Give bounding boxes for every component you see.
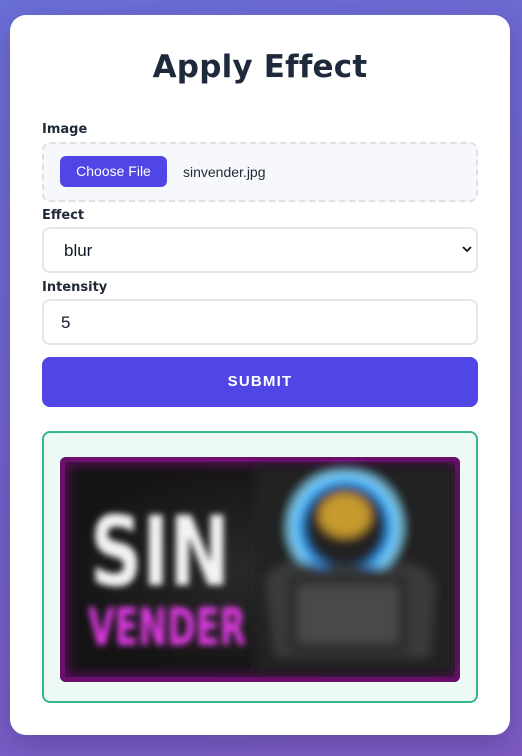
submit-button[interactable]: SUBMIT	[42, 357, 478, 407]
intensity-label: Intensity	[42, 280, 108, 295]
blurred-artwork	[255, 465, 455, 672]
file-input[interactable]: Choose File sinvender.jpg	[42, 142, 478, 202]
effect-card: Apply Effect Image Choose File sinvender…	[10, 15, 510, 735]
selected-file-name: sinvender.jpg	[183, 164, 266, 180]
result-panel: SIN VENDER	[42, 431, 478, 703]
effect-selected-value: blur	[64, 241, 93, 260]
intensity-value: 5	[61, 313, 71, 332]
page-title: Apply Effect	[152, 49, 368, 85]
choose-file-button[interactable]: Choose File	[60, 156, 167, 187]
image-label: Image	[42, 122, 88, 137]
image-text-sin: SIN	[90, 496, 230, 608]
image-text-vender: VENDER	[88, 598, 246, 658]
chevron-down-icon	[462, 246, 472, 253]
result-image: SIN VENDER	[60, 457, 460, 682]
effect-select[interactable]: blur	[42, 227, 478, 273]
intensity-input[interactable]: 5	[42, 299, 478, 345]
effect-label: Effect	[42, 208, 85, 223]
